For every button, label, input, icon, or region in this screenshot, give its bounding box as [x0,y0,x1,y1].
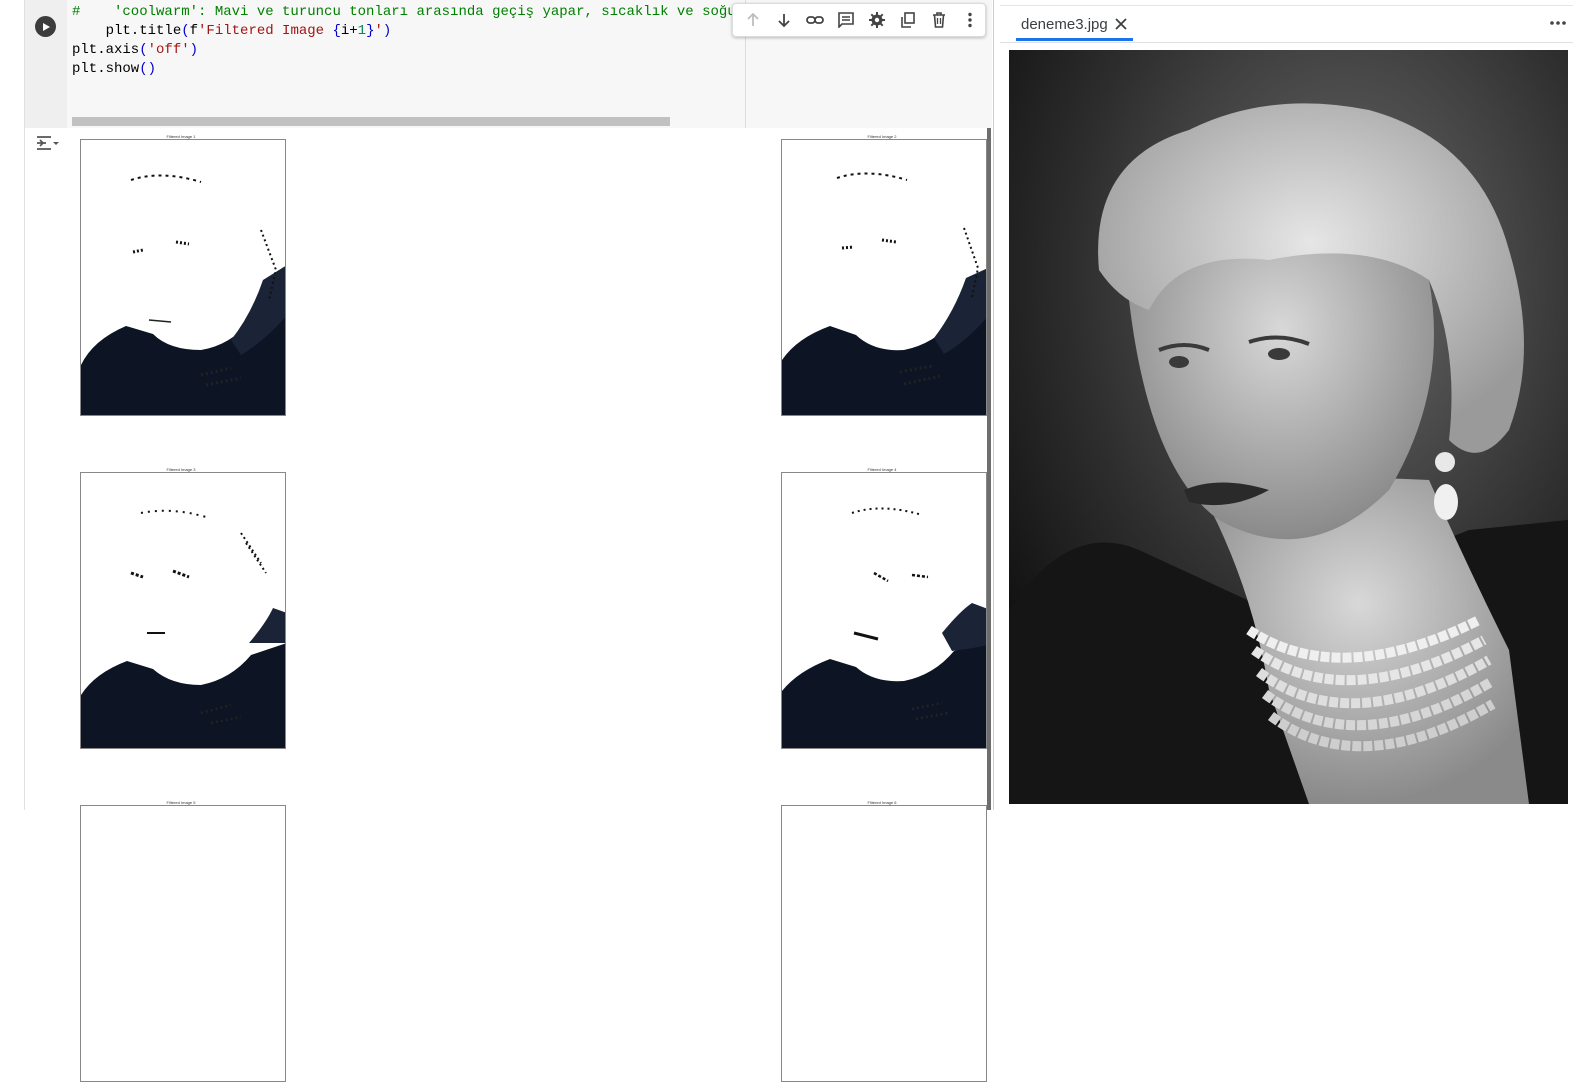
portrait-image [1009,50,1568,804]
link-icon [805,16,824,24]
cell-settings-button[interactable] [861,5,892,35]
image-viewer-panel: deneme3.jpg [1000,0,1573,810]
filtered-image-4 [782,507,986,748]
tab-label: deneme3.jpg [1021,16,1108,33]
gear-icon [868,12,885,28]
filtered-image-canvas [781,139,987,416]
active-tab-indicator [1016,38,1133,41]
cell-output: Filtered Image 1 Filtered Image 2 Filter… [25,128,992,1082]
code-line-3: plt.axis('off') [72,42,199,58]
output-actions-icon[interactable] [35,134,59,152]
copy-link-button[interactable] [799,5,830,35]
arrow-up-icon [746,12,759,26]
add-comment-button[interactable] [830,5,861,35]
move-down-button[interactable] [768,5,799,35]
filtered-image-canvas [80,139,286,416]
filtered-image-canvas [80,472,286,749]
delete-cell-button[interactable] [923,5,954,35]
pane-divider[interactable] [993,0,994,810]
figure-filtered-image-1: Filtered Image 1 [71,134,291,424]
filtered-image-2 [782,172,986,415]
mirror-cell-icon [900,12,915,28]
figure-filtered-image-4: Filtered Image 4 [772,467,992,757]
cell-toolbar [732,3,986,37]
figure-filtered-image-2: Filtered Image 2 [772,134,992,424]
code-line-4: plt.show() [72,61,157,77]
tab-bar-border [1000,42,1573,43]
more-horizontal-icon[interactable] [1548,14,1568,32]
filtered-image-canvas [80,805,286,1082]
code-cell[interactable]: # 'coolwarm': Mavi ve turuncu tonları ar… [25,0,992,128]
figure-filtered-image-3: Filtered Image 3 [71,467,291,757]
delete-icon [932,12,945,28]
tab-deneme3[interactable]: deneme3.jpg [1016,6,1134,42]
left-gutter [0,0,25,810]
close-icon[interactable] [1112,15,1130,33]
horizontal-scrollbar[interactable] [72,117,670,126]
play-icon [42,22,50,31]
notebook-panel: # 'coolwarm': Mavi ve turuncu tonları ar… [25,0,992,1082]
comment-icon [837,12,854,28]
output-vertical-scrollbar[interactable] [987,128,991,810]
figure-filtered-image-5: Filtered Image 5 [71,800,291,1090]
arrow-down-icon [777,14,790,28]
filtered-image-canvas [781,472,987,749]
figure-filtered-image-6: Filtered Image 6 [772,800,992,1090]
code-line-1: # 'coolwarm': Mavi ve turuncu tonları ar… [72,4,736,20]
filtered-image-3 [81,509,285,748]
run-cell-button[interactable] [35,16,56,37]
filtered-image-canvas [781,805,987,1082]
code-editor[interactable]: # 'coolwarm': Mavi ve turuncu tonları ar… [72,3,736,79]
more-vertical-icon [967,12,972,28]
filtered-image-1 [81,174,285,415]
move-up-button[interactable] [737,5,768,35]
portrait-photo [1009,50,1568,804]
code-line-2: plt.title(f'Filtered Image {i+1}') [72,23,392,39]
mirror-cell-button[interactable] [892,5,923,35]
more-options-button[interactable] [954,5,985,35]
